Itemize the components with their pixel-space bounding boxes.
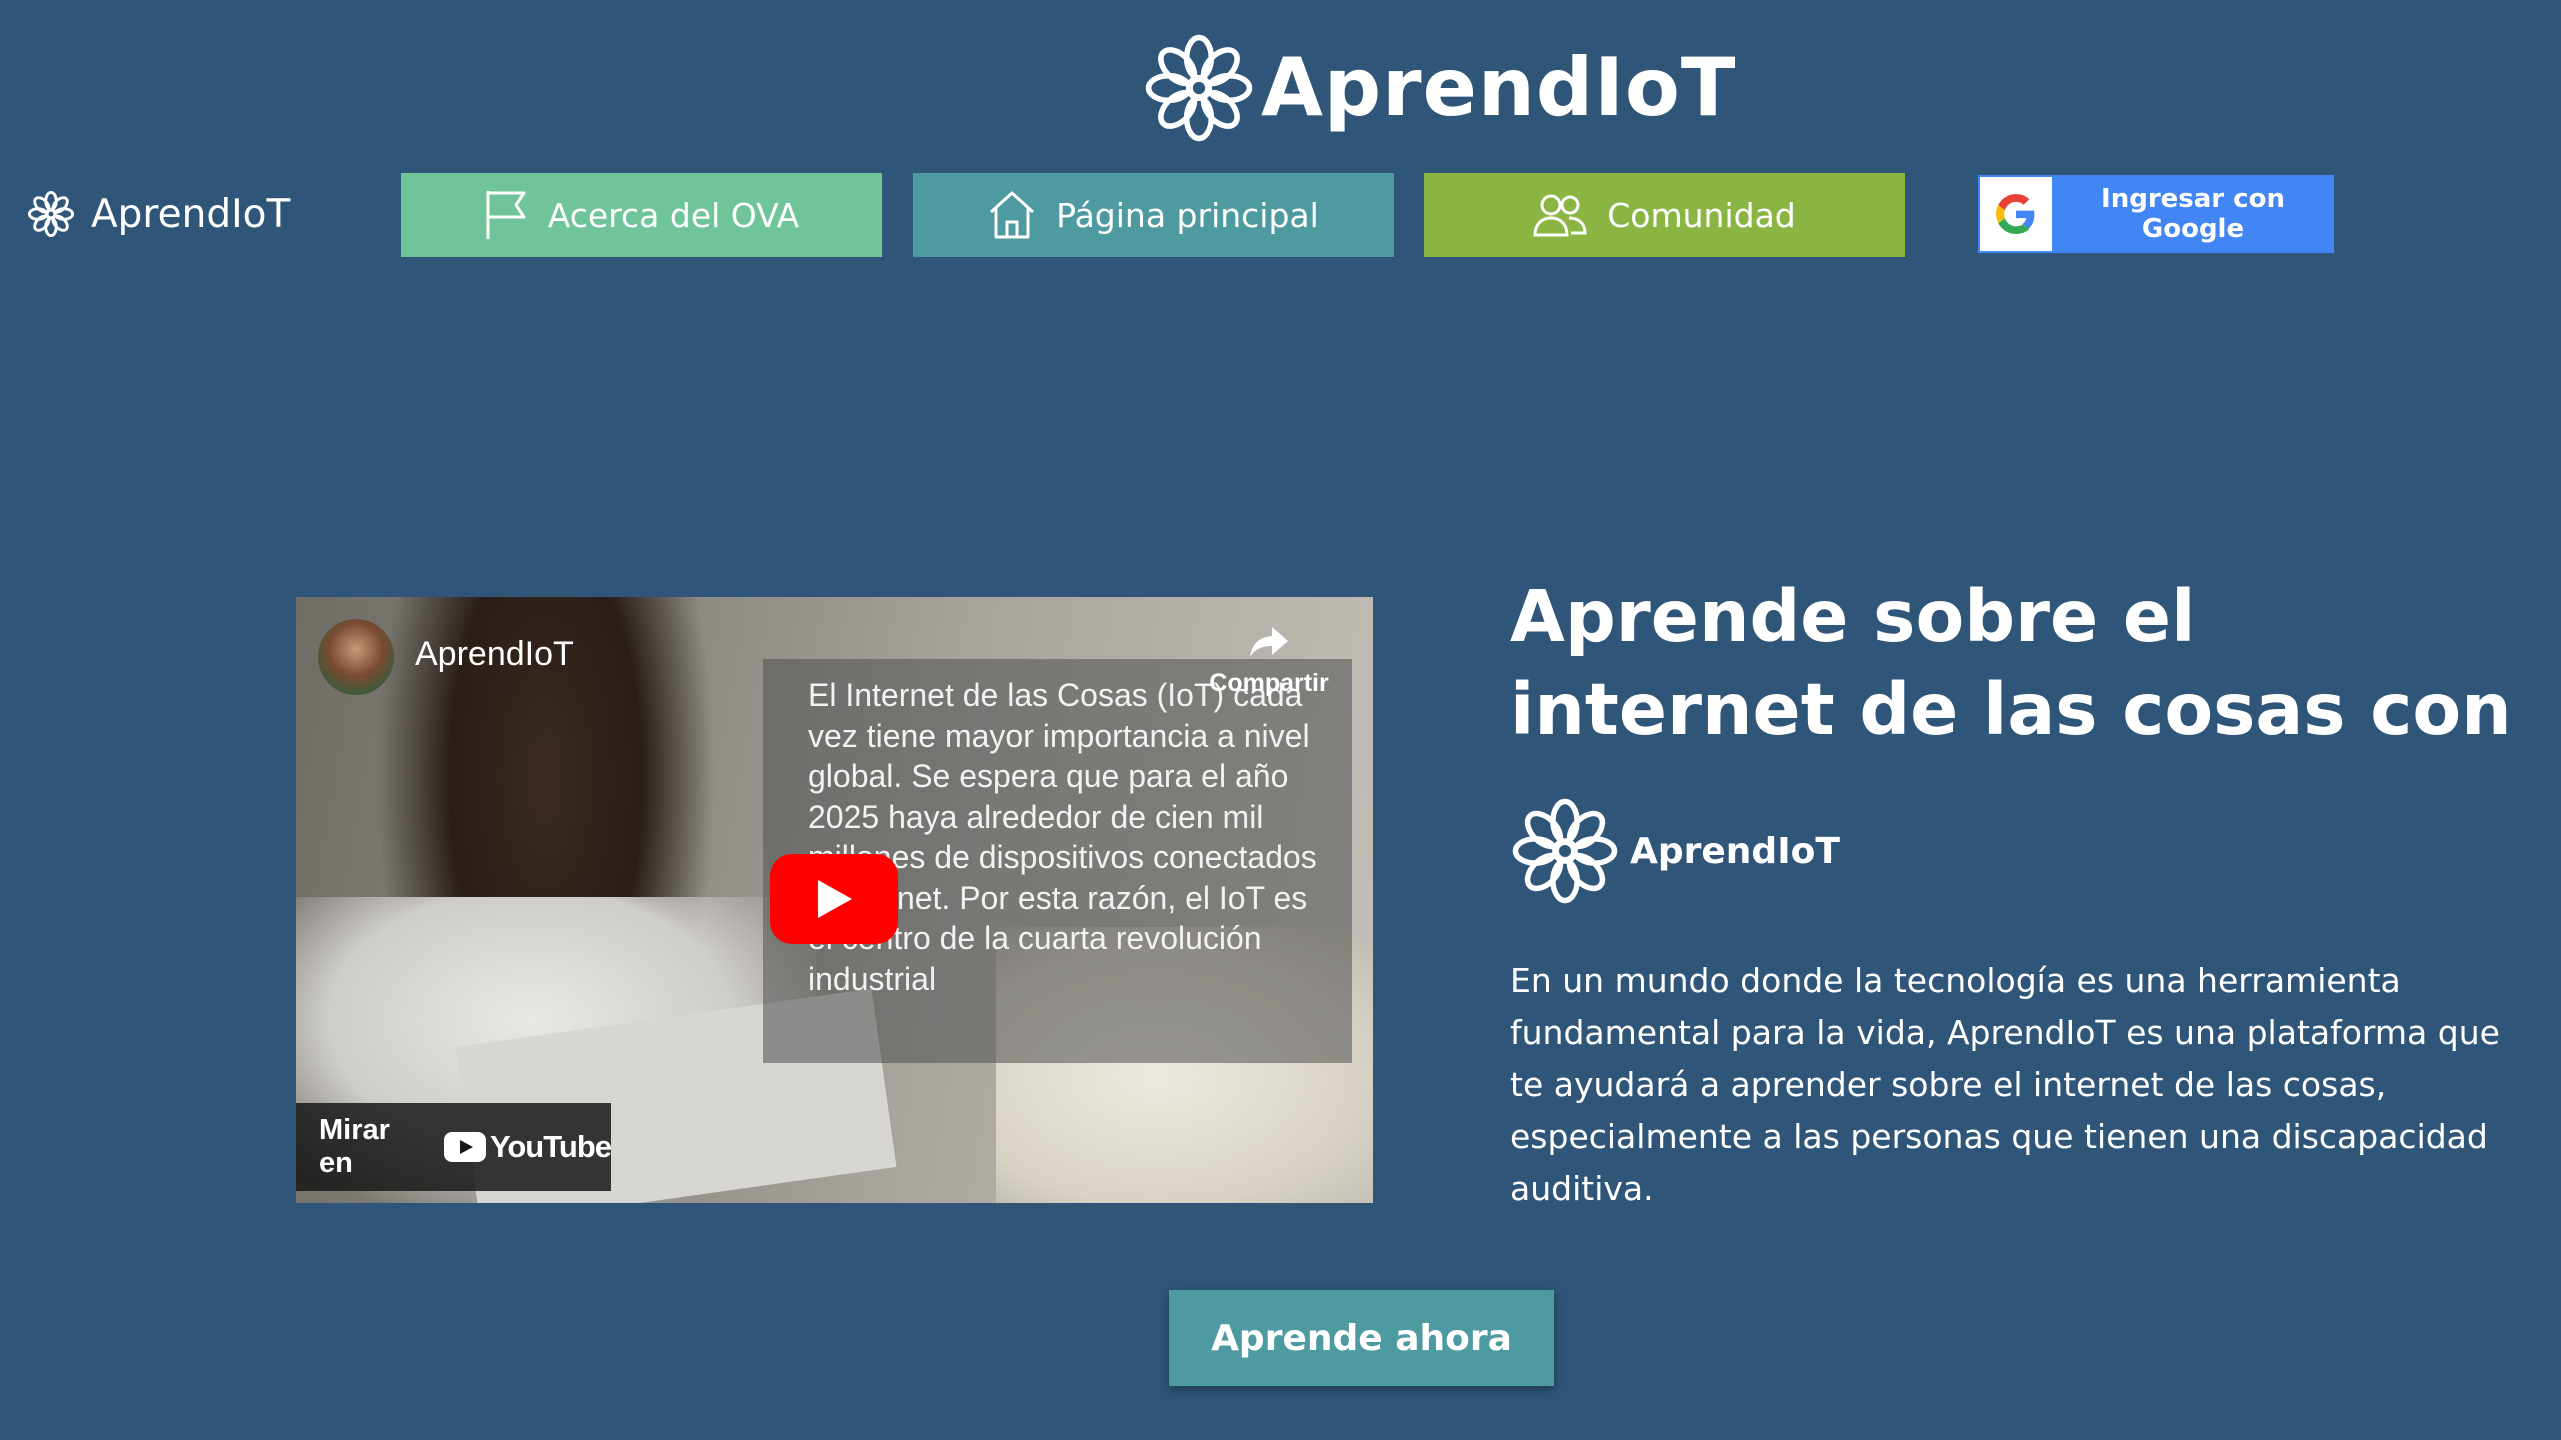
hero-logo-text: AprendIoT xyxy=(1630,830,1840,872)
top-brand: AprendIoT xyxy=(1143,30,1736,145)
youtube-wordmark: YouTube xyxy=(490,1129,612,1164)
google-icon xyxy=(1996,194,2035,234)
watch-on-label: Mirar en xyxy=(319,1114,390,1179)
flower-logo-icon xyxy=(1145,34,1253,141)
share-button[interactable]: Compartir xyxy=(1204,625,1334,698)
watch-on-youtube-button[interactable]: Mirar en YouTube xyxy=(296,1103,612,1191)
community-button[interactable]: Comunidad xyxy=(1424,173,1905,257)
top-brand-name: AprendIoT xyxy=(1261,41,1737,134)
share-arrow-icon xyxy=(1250,627,1288,657)
play-button[interactable] xyxy=(770,854,898,944)
nav-logo-text: AprendIoT xyxy=(91,191,291,237)
google-sign-in-button[interactable]: Ingresar con Google xyxy=(1978,175,2334,253)
hero-title: Aprende sobre el internet de las cosas c… xyxy=(1510,575,2512,751)
hero-description: En un mundo donde la tecnología es una h… xyxy=(1510,961,2500,1208)
youtube-play-icon xyxy=(444,1132,486,1162)
community-label: Comunidad xyxy=(1607,195,1796,235)
google-sign-in-label: Ingresar con Google xyxy=(2101,184,2285,244)
flag-icon xyxy=(486,191,526,239)
hero-logo: AprendIoT xyxy=(1510,796,1840,906)
learn-now-button[interactable]: Aprende ahora xyxy=(1169,1290,1554,1386)
youtube-logo: YouTube xyxy=(444,1129,612,1165)
channel-name[interactable]: AprendIoT xyxy=(415,635,574,674)
users-icon xyxy=(1533,194,1587,237)
google-icon-box xyxy=(1980,177,2052,251)
home-page-button[interactable]: Página principal xyxy=(913,173,1394,257)
about-ova-label: Acerca del OVA xyxy=(547,195,800,235)
flower-logo-icon xyxy=(1512,798,1618,904)
play-icon xyxy=(818,880,852,918)
video-caption-text: El Internet de las Cosas (IoT) cada vez … xyxy=(808,677,1317,997)
nav-logo[interactable]: AprendIoT xyxy=(27,188,290,240)
flower-logo-icon xyxy=(27,190,75,238)
share-label: Compartir xyxy=(1209,669,1329,697)
home-page-label: Página principal xyxy=(1056,195,1319,235)
channel-avatar[interactable] xyxy=(318,619,394,695)
home-icon xyxy=(990,191,1035,239)
about-ova-button[interactable]: Acerca del OVA xyxy=(401,173,882,257)
video-player[interactable]: El Internet de las Cosas (IoT) cada vez … xyxy=(296,597,1373,1203)
